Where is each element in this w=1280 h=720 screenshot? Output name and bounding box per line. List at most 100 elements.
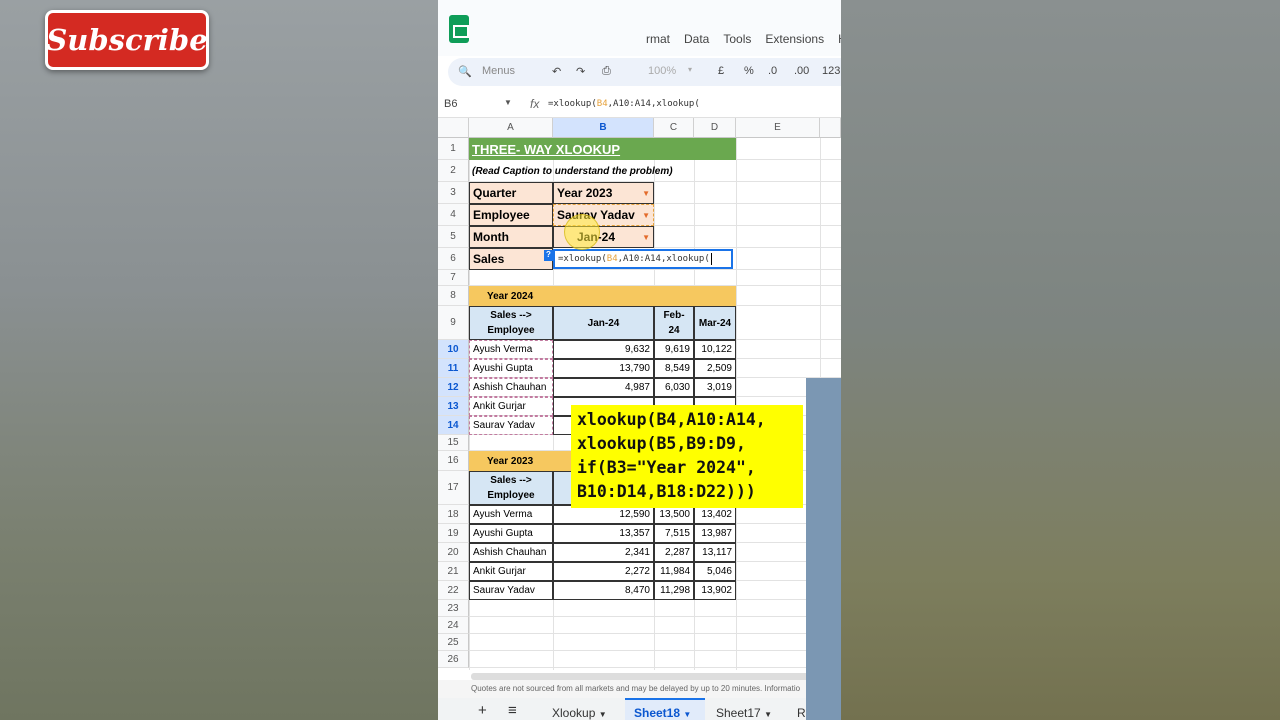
t2024-year-band[interactable]: Year 2024 xyxy=(469,286,736,306)
t2023-value-cell[interactable]: 2,341 xyxy=(553,543,654,562)
name-box[interactable]: B6 xyxy=(444,98,457,110)
sheets-logo-icon[interactable] xyxy=(449,15,469,43)
row-header-17[interactable]: 17 xyxy=(438,471,469,505)
all-sheets-button[interactable]: ≡ xyxy=(508,702,517,719)
row-header-25[interactable]: 25 xyxy=(438,634,469,651)
row-header-4[interactable]: 4 xyxy=(438,204,469,226)
undo-icon[interactable]: ↶ xyxy=(552,65,561,78)
name-box-chevron-down-icon[interactable]: ▼ xyxy=(504,98,512,107)
t2024-value-cell[interactable]: 3,019 xyxy=(694,378,736,397)
currency-button[interactable]: £ xyxy=(718,65,724,77)
active-cell-b6[interactable]: =xlookup(B4 ,A10:A14,xlookup( xyxy=(553,249,733,269)
t2023-value-cell[interactable]: 11,298 xyxy=(654,581,694,600)
tab-sheet17-chevron-down-icon[interactable]: ▼ xyxy=(764,710,772,719)
sheet-title[interactable]: THREE- WAY XLOOKUP xyxy=(469,138,736,160)
row-header-7[interactable]: 7 xyxy=(438,270,469,286)
row-header-12[interactable]: 12 xyxy=(438,378,469,397)
t2023-value-cell[interactable]: 13,902 xyxy=(694,581,736,600)
label-sales[interactable]: Sales xyxy=(469,248,553,270)
tab-sheet18-chevron-down-icon[interactable]: ▼ xyxy=(683,710,691,719)
t2023-value-cell[interactable]: 7,515 xyxy=(654,524,694,543)
dropdown-quarter[interactable]: Year 2023 ▼ xyxy=(553,182,654,204)
formula-help-icon[interactable]: ? xyxy=(544,250,553,261)
chevron-down-icon[interactable]: ▼ xyxy=(642,189,650,198)
column-header-d[interactable]: D xyxy=(694,118,736,138)
t2023-header-corner[interactable]: Sales --> Employee xyxy=(469,471,553,505)
tab-xlookup-chevron-down-icon[interactable]: ▼ xyxy=(599,710,607,719)
menu-item-data[interactable]: Data xyxy=(684,32,709,46)
t2023-value-cell[interactable]: 13,357 xyxy=(553,524,654,543)
row-header-20[interactable]: 20 xyxy=(438,543,469,562)
t2023-employee-cell[interactable]: Ashish Chauhan xyxy=(469,543,553,562)
menu-item-format[interactable]: rmat xyxy=(646,32,670,46)
t2024-value-cell[interactable]: 2,509 xyxy=(694,359,736,378)
t2023-value-cell[interactable]: 8,470 xyxy=(553,581,654,600)
tab-xlookup[interactable]: Xlookup ▼ xyxy=(552,706,607,720)
row-header-22[interactable]: 22 xyxy=(438,581,469,600)
t2024-value-cell[interactable]: 6,030 xyxy=(654,378,694,397)
t2023-employee-cell[interactable]: Ayushi Gupta xyxy=(469,524,553,543)
menu-item-tools[interactable]: Tools xyxy=(723,32,751,46)
menu-item-help[interactable]: H xyxy=(838,32,841,46)
t2024-month-header[interactable]: Feb-24 xyxy=(654,306,694,340)
label-employee[interactable]: Employee xyxy=(469,204,553,226)
column-header-a[interactable]: A xyxy=(469,118,553,138)
row-header-16[interactable]: 16 xyxy=(438,451,469,471)
t2023-employee-cell[interactable]: Ankit Gurjar xyxy=(469,562,553,581)
t2024-month-header[interactable]: Mar-24 xyxy=(694,306,736,340)
t2023-value-cell[interactable]: 2,272 xyxy=(553,562,654,581)
t2024-employee-cell[interactable]: Ayushi Gupta xyxy=(469,359,553,378)
t2024-value-cell[interactable]: 8,549 xyxy=(654,359,694,378)
t2023-value-cell[interactable]: 11,984 xyxy=(654,562,694,581)
t2023-value-cell[interactable]: 5,046 xyxy=(694,562,736,581)
menus-search[interactable]: Menus xyxy=(482,65,515,77)
subscribe-badge[interactable]: Subscribe xyxy=(45,10,209,70)
add-sheet-button[interactable]: + xyxy=(478,702,487,719)
label-quarter[interactable]: Quarter xyxy=(469,182,553,204)
t2024-value-cell[interactable]: 4,987 xyxy=(553,378,654,397)
t2024-value-cell[interactable]: 9,619 xyxy=(654,340,694,359)
chevron-down-icon[interactable]: ▼ xyxy=(642,233,650,242)
redo-icon[interactable]: ↷ xyxy=(576,65,585,78)
row-header-26[interactable]: 26 xyxy=(438,651,469,668)
t2024-employee-cell[interactable]: Ankit Gurjar xyxy=(469,397,553,416)
row-header-1[interactable]: 1 xyxy=(438,138,469,160)
row-header-18[interactable]: 18 xyxy=(438,505,469,524)
t2024-value-cell[interactable]: 13,790 xyxy=(553,359,654,378)
row-header-3[interactable]: 3 xyxy=(438,182,469,204)
column-header-f[interactable] xyxy=(820,118,841,138)
decrease-decimal-button[interactable]: .0 xyxy=(768,65,777,77)
label-month[interactable]: Month xyxy=(469,226,553,248)
menu-item-extensions[interactable]: Extensions xyxy=(765,32,824,46)
row-header-15[interactable]: 15 xyxy=(438,435,469,451)
t2023-employee-cell[interactable]: Saurav Yadav xyxy=(469,581,553,600)
t2024-value-cell[interactable]: 10,122 xyxy=(694,340,736,359)
select-all-corner[interactable] xyxy=(438,118,469,138)
t2024-value-cell[interactable]: 9,632 xyxy=(553,340,654,359)
zoom-chevron-down-icon[interactable]: ▾ xyxy=(688,65,692,74)
t2023-value-cell[interactable]: 2,287 xyxy=(654,543,694,562)
sheet-caption[interactable]: (Read Caption to understand the problem) xyxy=(469,160,736,182)
row-header-6[interactable]: 6 xyxy=(438,248,469,270)
row-header-19[interactable]: 19 xyxy=(438,524,469,543)
chevron-down-icon[interactable]: ▼ xyxy=(642,211,650,220)
percent-button[interactable]: % xyxy=(744,65,754,77)
horizontal-scrollbar[interactable] xyxy=(471,673,841,680)
row-header-24[interactable]: 24 xyxy=(438,617,469,634)
search-icon[interactable]: 🔍 xyxy=(458,65,472,78)
print-icon[interactable]: ⎙ xyxy=(602,65,611,78)
row-header-5[interactable]: 5 xyxy=(438,226,469,248)
row-header-8[interactable]: 8 xyxy=(438,286,469,306)
row-header-14[interactable]: 14 xyxy=(438,416,469,435)
t2024-employee-cell[interactable]: Ashish Chauhan xyxy=(469,378,553,397)
t2024-month-header[interactable]: Jan-24 xyxy=(553,306,654,340)
tab-sheet17[interactable]: Sheet17 ▼ xyxy=(716,706,772,720)
row-header-2[interactable]: 2 xyxy=(438,160,469,182)
row-header-11[interactable]: 11 xyxy=(438,359,469,378)
formula-input[interactable]: =xlookup(B4,A10:A14,xlookup( xyxy=(548,99,700,109)
row-header-21[interactable]: 21 xyxy=(438,562,469,581)
row-header-23[interactable]: 23 xyxy=(438,600,469,617)
t2023-employee-cell[interactable]: Ayush Verma xyxy=(469,505,553,524)
tab-sheet18[interactable]: Sheet18 ▼ xyxy=(634,706,691,720)
column-header-b[interactable]: B xyxy=(553,118,654,138)
